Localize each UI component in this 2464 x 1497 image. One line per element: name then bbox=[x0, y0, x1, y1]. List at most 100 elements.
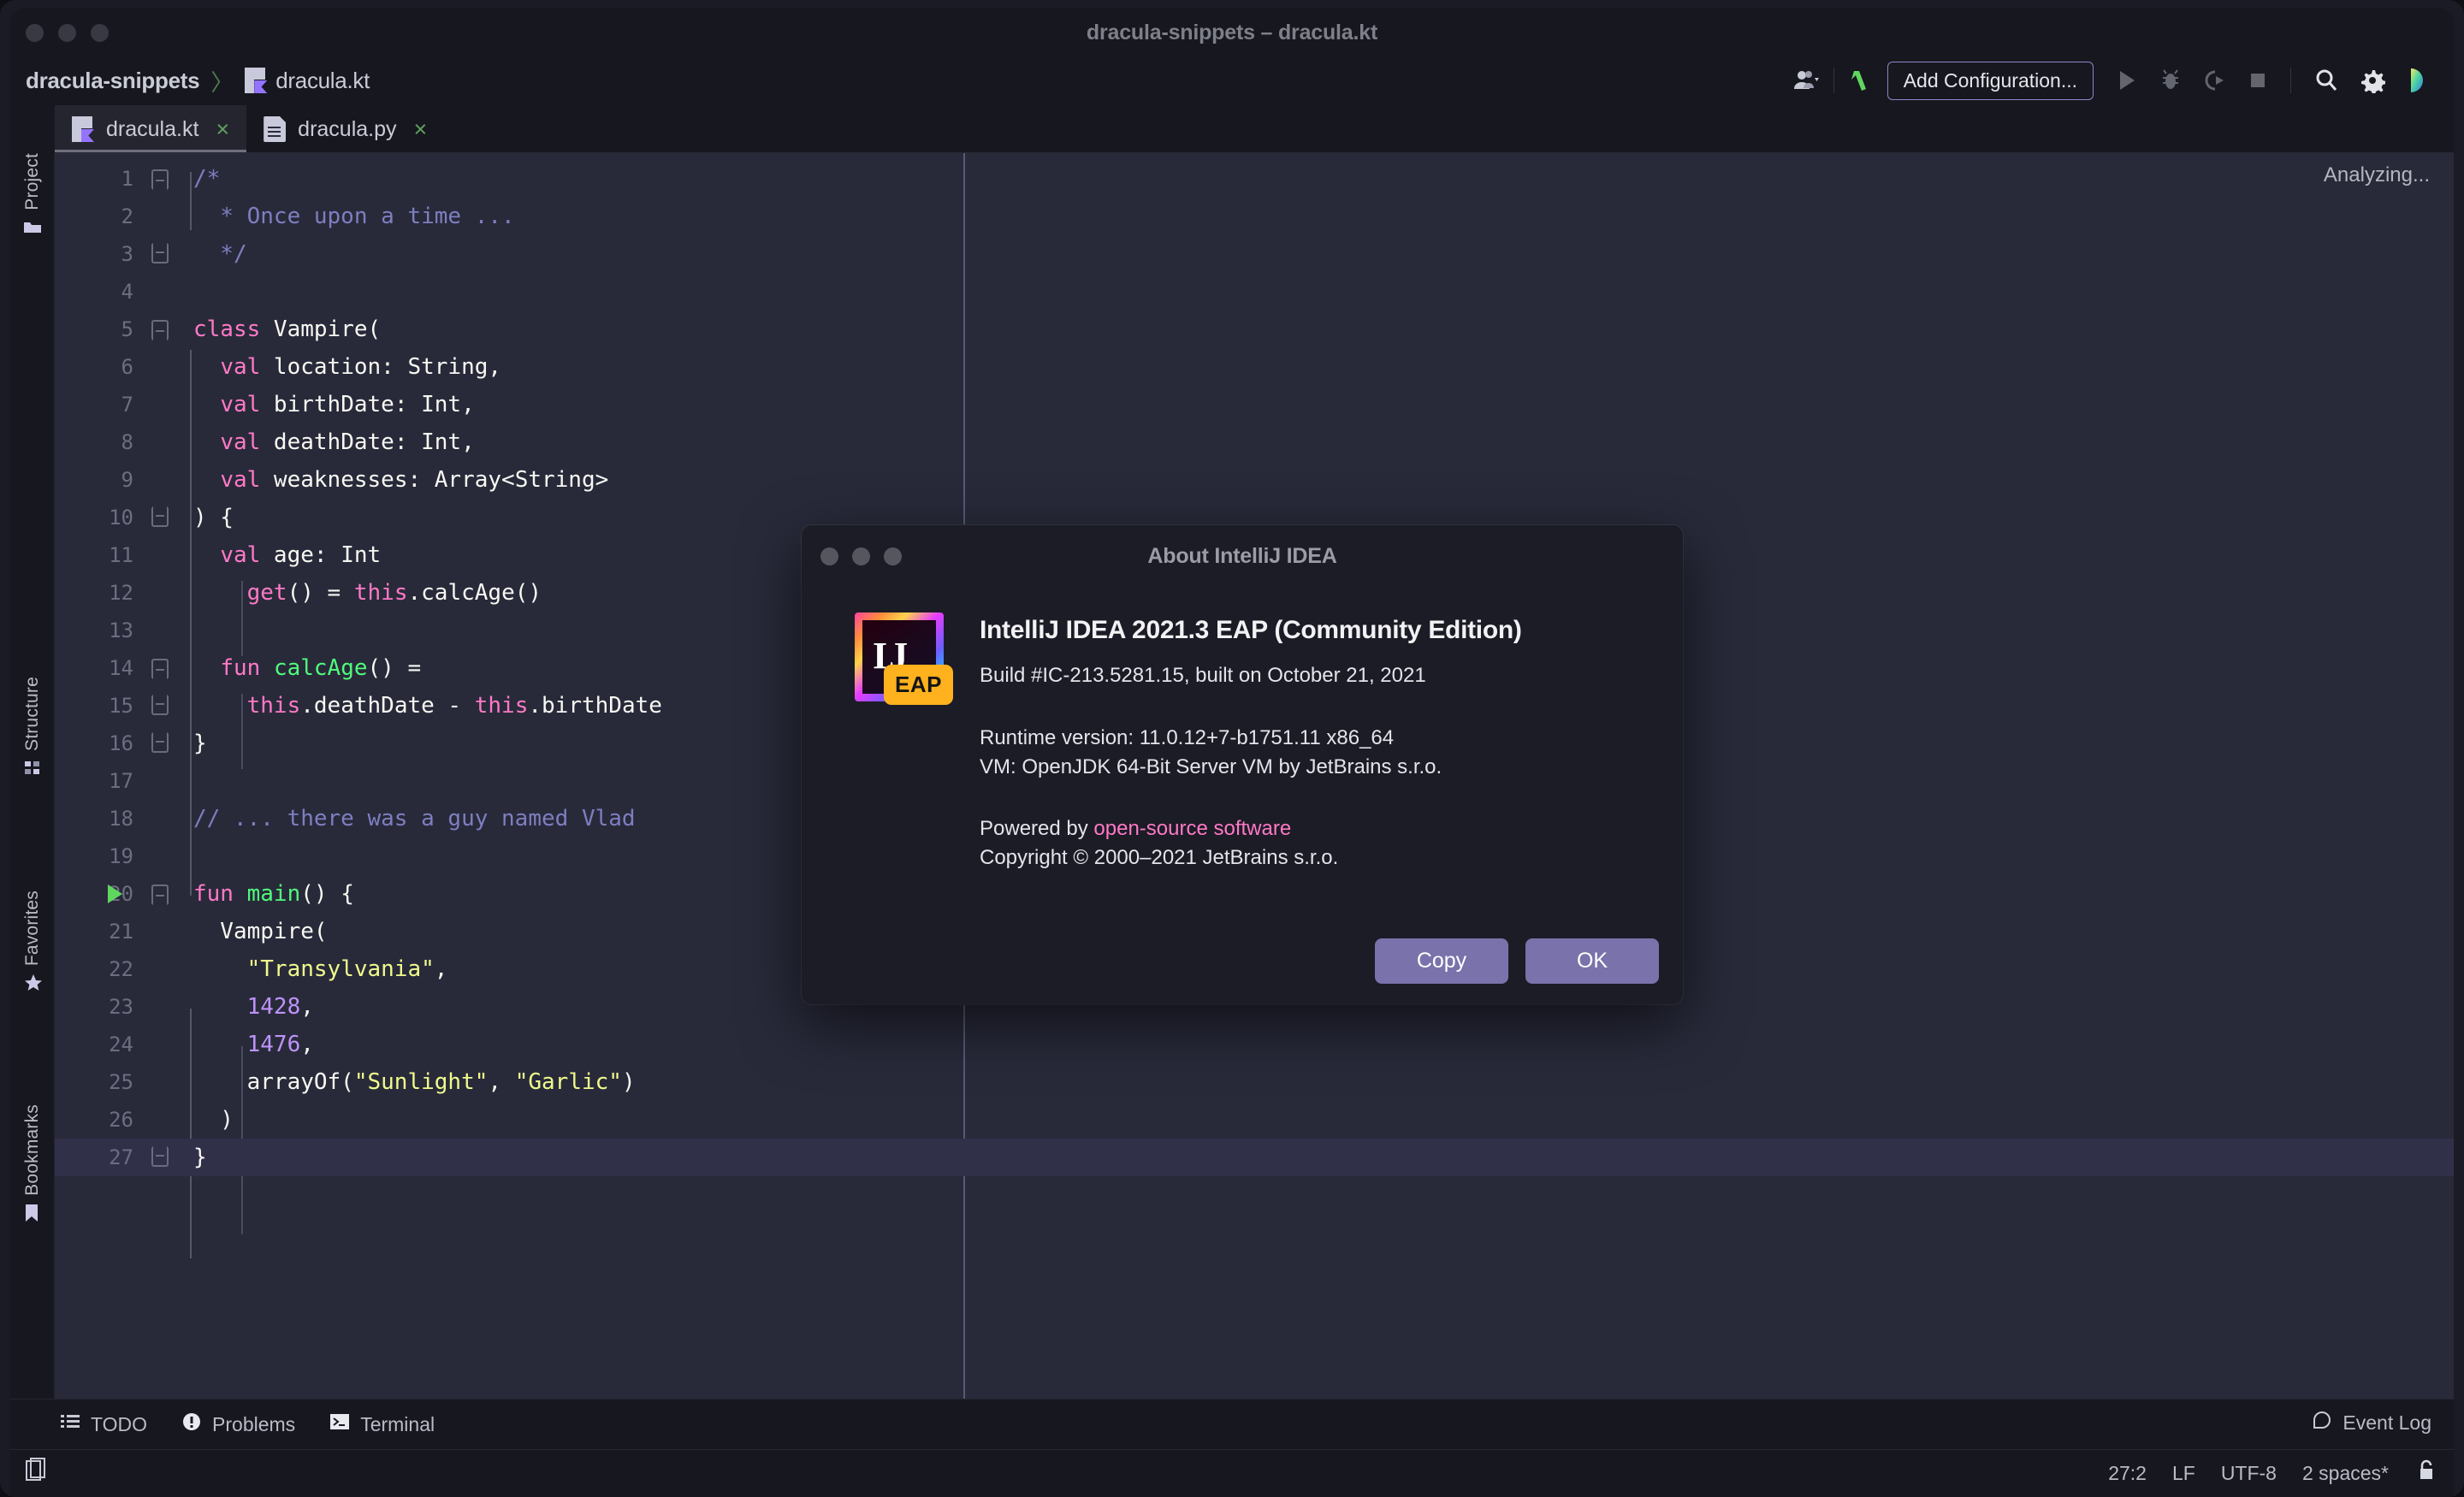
line-separator[interactable]: LF bbox=[2172, 1462, 2195, 1485]
toolbar-divider bbox=[1833, 68, 1834, 93]
run-gutter-icon[interactable] bbox=[108, 885, 122, 903]
code-text[interactable]: // ... there was a guy named Vlad bbox=[181, 806, 636, 831]
file-encoding[interactable]: UTF-8 bbox=[2221, 1462, 2277, 1485]
code-line[interactable]: 8 val deathDate: Int, bbox=[55, 423, 2454, 461]
caret-position[interactable]: 27:2 bbox=[2108, 1462, 2147, 1485]
code-text[interactable]: 1476, bbox=[181, 1032, 314, 1057]
copy-button[interactable]: Copy bbox=[1375, 938, 1508, 984]
add-configuration-button[interactable]: Add Configuration... bbox=[1887, 62, 2094, 100]
code-text[interactable]: } bbox=[181, 731, 207, 756]
editor-tabs: dracula.kt × dracula.py × bbox=[10, 105, 2454, 153]
code-text[interactable]: } bbox=[181, 1145, 207, 1170]
fold-marker[interactable] bbox=[151, 508, 169, 527]
python-file-icon bbox=[264, 116, 286, 142]
sidebar-item-structure[interactable]: Structure bbox=[10, 677, 55, 777]
build-hammer-icon[interactable] bbox=[1846, 66, 1875, 95]
bottom-tool-terminal[interactable]: Terminal bbox=[329, 1412, 435, 1436]
fold-marker[interactable] bbox=[151, 885, 169, 903]
breadcrumb-project[interactable]: dracula-snippets bbox=[26, 68, 199, 94]
code-text[interactable]: */ bbox=[181, 241, 247, 267]
code-line[interactable]: 26 ) bbox=[55, 1101, 2454, 1139]
line-number: 10 bbox=[55, 506, 140, 530]
code-text[interactable]: arrayOf("Sunlight", "Garlic") bbox=[181, 1069, 636, 1095]
code-line[interactable]: 2 * Once upon a time ... bbox=[55, 198, 2454, 235]
todo-list-icon bbox=[60, 1412, 80, 1436]
code-line[interactable]: 3 */ bbox=[55, 235, 2454, 273]
stop-icon[interactable] bbox=[2237, 70, 2278, 91]
code-text[interactable]: val age: Int bbox=[181, 542, 381, 568]
line-number: 18 bbox=[55, 807, 140, 831]
search-icon[interactable] bbox=[2303, 68, 2349, 93]
problems-icon bbox=[181, 1411, 202, 1437]
code-text[interactable]: fun main() { bbox=[181, 881, 354, 907]
bottom-bars: TODO Problems bbox=[10, 1399, 2454, 1497]
run-icon[interactable] bbox=[2106, 68, 2148, 92]
structure-icon bbox=[23, 758, 42, 777]
event-log-button[interactable]: Event Log bbox=[2312, 1410, 2431, 1435]
sidebar-item-bookmarks[interactable]: Bookmarks bbox=[10, 1104, 55, 1222]
memory-indicator-icon[interactable] bbox=[26, 1458, 48, 1488]
code-text[interactable]: val weaknesses: Array<String> bbox=[181, 467, 608, 493]
bottom-tool-problems[interactable]: Problems bbox=[181, 1411, 295, 1437]
code-line[interactable]: 6 val location: String, bbox=[55, 348, 2454, 386]
code-text[interactable]: get() = this.calcAge() bbox=[181, 580, 542, 606]
code-text[interactable]: class Vampire( bbox=[181, 317, 381, 342]
fold-marker[interactable] bbox=[151, 734, 169, 753]
fold-marker[interactable] bbox=[151, 169, 169, 188]
line-number: 9 bbox=[55, 468, 140, 492]
code-line[interactable]: 24 1476, bbox=[55, 1026, 2454, 1063]
code-line[interactable]: 9 val weaknesses: Array<String> bbox=[55, 461, 2454, 499]
tab-dracula-kt[interactable]: dracula.kt × bbox=[55, 105, 246, 153]
code-text[interactable]: "Transylvania", bbox=[181, 956, 447, 982]
code-text[interactable]: val location: String, bbox=[181, 354, 501, 380]
code-text[interactable]: ) { bbox=[181, 505, 234, 530]
open-source-software-link[interactable]: open-source software bbox=[1093, 817, 1291, 840]
sidebar-item-favorites[interactable]: Favorites bbox=[10, 891, 55, 991]
breadcrumb[interactable]: dracula-snippets 〉 dracula.kt bbox=[10, 64, 370, 98]
ok-button[interactable]: OK bbox=[1525, 938, 1659, 984]
indent-setting[interactable]: 2 spaces* bbox=[2302, 1462, 2389, 1485]
code-text[interactable]: val deathDate: Int, bbox=[181, 429, 475, 455]
code-text[interactable]: this.deathDate - this.birthDate bbox=[181, 693, 662, 719]
breadcrumb-separator-icon: 〉 bbox=[208, 64, 236, 98]
breadcrumb-file[interactable]: dracula.kt bbox=[275, 68, 370, 94]
tab-label: dracula.py bbox=[298, 117, 396, 142]
account-icon[interactable] bbox=[1792, 68, 1821, 93]
debug-icon[interactable] bbox=[2148, 68, 2193, 92]
sidebar-item-project[interactable]: Project bbox=[10, 153, 55, 236]
fold-marker[interactable] bbox=[151, 320, 169, 339]
gear-icon[interactable] bbox=[2349, 68, 2396, 93]
bottom-tool-todo[interactable]: TODO bbox=[60, 1412, 147, 1436]
copyright: Copyright © 2000–2021 JetBrains s.r.o. bbox=[980, 843, 1649, 873]
code-text[interactable]: 1428, bbox=[181, 994, 314, 1020]
sidebar-item-label: Project bbox=[22, 153, 43, 210]
kotlin-file-icon bbox=[245, 68, 267, 93]
fold-marker[interactable] bbox=[151, 696, 169, 715]
fold-marker[interactable] bbox=[151, 659, 169, 677]
jetbrains-toolbox-icon[interactable] bbox=[2396, 67, 2438, 94]
fold-marker[interactable] bbox=[151, 1148, 169, 1167]
code-text[interactable]: /* bbox=[181, 166, 220, 192]
bookmark-icon bbox=[23, 1203, 42, 1222]
code-text[interactable]: * Once upon a time ... bbox=[181, 204, 515, 229]
close-tab-icon[interactable]: × bbox=[216, 118, 229, 141]
code-line[interactable]: 4 bbox=[55, 273, 2454, 311]
line-number: 20 bbox=[55, 882, 140, 906]
left-tool-rail: Project Structure Favorites bbox=[10, 153, 55, 1399]
close-tab-icon[interactable]: × bbox=[414, 118, 428, 141]
code-line[interactable]: 25 arrayOf("Sunlight", "Garlic") bbox=[55, 1063, 2454, 1101]
code-line[interactable]: 5class Vampire( bbox=[55, 311, 2454, 348]
unlocked-padlock-icon[interactable] bbox=[2414, 1459, 2435, 1487]
tab-dracula-py[interactable]: dracula.py × bbox=[246, 105, 444, 153]
code-line[interactable]: 1/* bbox=[55, 160, 2454, 198]
code-line[interactable]: 7 val birthDate: Int, bbox=[55, 386, 2454, 423]
code-text[interactable]: fun calcAge() = bbox=[181, 655, 421, 681]
code-text[interactable]: Vampire( bbox=[181, 919, 328, 944]
runtime-version: Runtime version: 11.0.12+7-b1751.11 x86_… bbox=[980, 724, 1649, 753]
code-text[interactable]: val birthDate: Int, bbox=[181, 392, 475, 417]
code-text[interactable]: ) bbox=[181, 1107, 234, 1133]
code-line[interactable]: 27} bbox=[55, 1139, 2454, 1176]
fold-marker[interactable] bbox=[151, 245, 169, 263]
about-dialog[interactable]: About IntelliJ IDEA IJ EAP IntelliJ IDEA… bbox=[802, 525, 1683, 1004]
run-with-coverage-icon[interactable] bbox=[2193, 68, 2237, 92]
